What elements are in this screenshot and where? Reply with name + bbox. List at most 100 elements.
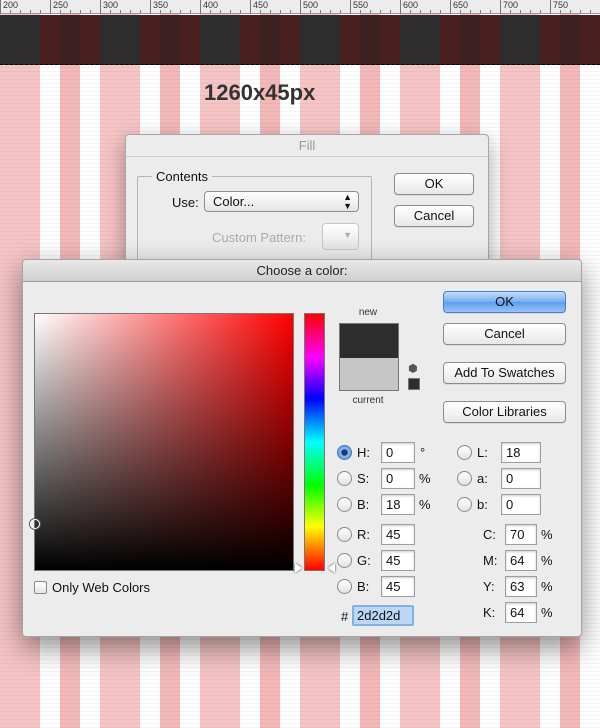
ruler-tick: 600	[400, 0, 418, 14]
hex-prefix: #	[341, 609, 349, 624]
cyan-input[interactable]: 70	[505, 524, 537, 545]
saturation-row: S: 0 %	[337, 468, 447, 490]
blue-radio[interactable]	[337, 579, 352, 594]
canvas-header-band	[0, 15, 600, 65]
hue-label: H:	[357, 445, 370, 460]
a-channel-radio[interactable]	[457, 471, 472, 486]
blue-label: B:	[357, 579, 370, 594]
ruler-tick: 250	[50, 0, 68, 14]
hue-unit: °	[420, 445, 426, 460]
ruler-tick: 500	[300, 0, 318, 14]
use-popup[interactable]: Color... ▲ ▼	[204, 191, 359, 212]
yellow-label: Y:	[483, 579, 495, 594]
ruler-tick: 450	[250, 0, 268, 14]
current-color-swatch[interactable]	[340, 358, 398, 390]
custom-pattern-picker[interactable]: ▼	[322, 223, 359, 250]
fill-dialog-title: Fill	[126, 135, 488, 157]
web-safe-swatch[interactable]	[408, 378, 420, 390]
saturation-label: S:	[357, 471, 370, 486]
b-channel-input[interactable]: 0	[501, 494, 541, 515]
red-radio[interactable]	[337, 527, 352, 542]
color-libraries-button[interactable]: Color Libraries	[443, 401, 566, 423]
fill-dialog: Fill Contents Use: Color... ▲ ▼ Custom Pa…	[125, 134, 489, 266]
yellow-unit: %	[541, 579, 553, 594]
hue-slider-left-arrow-icon[interactable]	[295, 563, 302, 573]
black-label: K:	[483, 605, 496, 620]
add-to-swatches-button[interactable]: Add To Swatches	[443, 362, 566, 384]
canvas-size-label: 1260x45px	[204, 80, 316, 105]
contents-legend: Contents	[152, 169, 213, 184]
hue-slider-right-arrow-icon[interactable]	[328, 563, 335, 573]
ruler-tick: 350	[150, 0, 168, 14]
picker-cancel-button[interactable]: Cancel	[443, 323, 566, 345]
saturation-unit: %	[419, 471, 431, 486]
picker-ok-button[interactable]: OK	[443, 291, 566, 313]
fill-cancel-button[interactable]: Cancel	[394, 205, 474, 227]
cyan-row: C: 70 %	[473, 524, 573, 546]
magenta-row: M: 64 %	[473, 550, 573, 572]
b-channel-radio[interactable]	[457, 497, 472, 512]
only-web-colors-checkbox[interactable]	[34, 581, 47, 594]
horizontal-ruler[interactable]: 200 250 300 350 400 450 500 550 600 650 …	[0, 0, 600, 14]
lightness-radio[interactable]	[457, 445, 472, 460]
red-label: R:	[357, 527, 370, 542]
green-row: G: 45	[337, 550, 447, 572]
current-color-label: current	[352, 395, 384, 406]
ruler-tick: 650	[450, 0, 468, 14]
lightness-row: L: 18	[457, 442, 567, 464]
magenta-label: M:	[483, 553, 498, 568]
red-input[interactable]: 45	[381, 524, 415, 545]
use-label: Use:	[172, 195, 199, 210]
hue-row: H: 0 °	[337, 442, 447, 464]
lightness-input[interactable]: 18	[501, 442, 541, 463]
new-color-label: new	[358, 307, 378, 318]
use-popup-value: Color...	[213, 194, 255, 209]
yellow-input[interactable]: 63	[505, 576, 537, 597]
b-channel-label: b:	[477, 497, 488, 512]
color-field-cursor[interactable]	[30, 519, 40, 529]
green-label: G:	[357, 553, 371, 568]
brightness-input[interactable]: 18	[381, 494, 415, 515]
blue-input[interactable]: 45	[381, 576, 415, 597]
brightness-unit: %	[419, 497, 431, 512]
red-row: R: 45	[337, 524, 447, 546]
black-input[interactable]: 64	[505, 602, 537, 623]
ruler-tick: 200	[0, 0, 18, 14]
fill-ok-button[interactable]: OK	[394, 173, 474, 195]
black-row: K: 64 %	[473, 602, 573, 624]
new-color-swatch	[340, 324, 398, 358]
hue-input[interactable]: 0	[381, 442, 415, 463]
a-channel-input[interactable]: 0	[501, 468, 541, 489]
custom-pattern-label: Custom Pattern:	[212, 230, 306, 245]
a-channel-row: a: 0	[457, 468, 567, 490]
yellow-row: Y: 63 %	[473, 576, 573, 598]
hue-slider[interactable]	[304, 313, 325, 571]
color-picker-dialog: Choose a color: new current ⬢ OK Cancel …	[22, 259, 582, 637]
cube-icon[interactable]: ⬢	[408, 364, 420, 375]
brightness-radio[interactable]	[337, 497, 352, 512]
black-unit: %	[541, 605, 553, 620]
green-radio[interactable]	[337, 553, 352, 568]
ruler-tick: 700	[500, 0, 518, 14]
only-web-colors-label: Only Web Colors	[52, 580, 151, 595]
brightness-label: B:	[357, 497, 370, 512]
magenta-input[interactable]: 64	[505, 550, 537, 571]
ruler-tick: 300	[100, 0, 118, 14]
hue-radio[interactable]	[337, 445, 352, 460]
green-input[interactable]: 45	[381, 550, 415, 571]
saturation-radio[interactable]	[337, 471, 352, 486]
color-picker-title: Choose a color:	[23, 260, 581, 282]
cyan-label: C:	[483, 527, 496, 542]
color-comparison-swatch	[339, 323, 399, 391]
cyan-unit: %	[541, 527, 553, 542]
saturation-input[interactable]: 0	[381, 468, 415, 489]
pattern-arrow-icon: ▼	[343, 230, 352, 240]
ruler-tick: 550	[350, 0, 368, 14]
a-channel-label: a:	[477, 471, 488, 486]
b-channel-row: b: 0	[457, 494, 567, 516]
hex-input[interactable]: 2d2d2d	[352, 605, 414, 626]
brightness-row: B: 18 %	[337, 494, 447, 516]
magenta-unit: %	[541, 553, 553, 568]
color-field[interactable]	[30, 313, 294, 571]
lightness-label: L:	[477, 445, 488, 460]
